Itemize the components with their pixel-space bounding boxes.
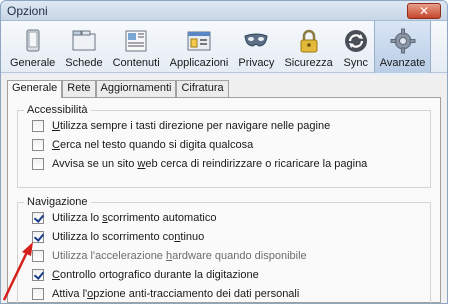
toolbar-label: Privacy — [238, 57, 275, 69]
checkbox[interactable] — [32, 211, 44, 224]
sync-icon — [343, 28, 369, 54]
toolbar-item-generale[interactable]: Generale — [5, 21, 60, 73]
toolbar-label: Avanzate — [379, 57, 426, 69]
toolbar-item-schede[interactable]: Schede — [60, 21, 107, 73]
option-label: Attiva l'opzione anti-tracciamento dei d… — [52, 287, 300, 300]
padlock-icon — [296, 28, 322, 54]
option-label: Cerca nel testo quando si digita qualcos… — [52, 138, 254, 151]
checkbox[interactable] — [32, 157, 44, 170]
content-icon — [123, 28, 149, 54]
toolbar-label: Sync — [343, 57, 368, 69]
accessibility-group: Accessibilità Utilizza sempre i tasti di… — [17, 104, 431, 188]
option-label: Avvisa se un sito web cerca di reindiriz… — [52, 157, 368, 170]
toolbar-item-avanzate[interactable]: Avanzate — [373, 21, 432, 73]
window-title: Opzioni — [7, 3, 48, 18]
title-bar: Opzioni ✕ — [1, 1, 447, 21]
option-row[interactable]: Avvisa se un sito web cerca di reindiriz… — [18, 154, 430, 173]
tab-generale[interactable]: Generale — [7, 80, 63, 98]
general-icon — [20, 28, 46, 54]
option-label: Utilizza lo scorrimento continuo — [52, 230, 205, 243]
option-label: Utilizza l'accelerazione hardware quando… — [52, 249, 307, 262]
toolbar-label: Sicurezza — [284, 57, 333, 69]
checkbox[interactable] — [32, 138, 44, 151]
tab-cifratura[interactable]: Cifratura — [176, 80, 229, 97]
toolbar-label: Schede — [65, 57, 103, 69]
toolbar-item-privacy[interactable]: Privacy — [233, 21, 279, 73]
toolbar-item-sync[interactable]: Sync — [338, 21, 374, 73]
tab-rete[interactable]: Rete — [62, 80, 96, 97]
option-row[interactable]: Utilizza lo scorrimento continuo — [18, 227, 430, 246]
option-row[interactable]: Cerca nel testo quando si digita qualcos… — [18, 135, 430, 154]
option-row[interactable]: Utilizza lo scorrimento automatico — [18, 208, 430, 227]
advanced-pane: Generale Rete Aggiornamenti Cifratura Ac… — [1, 75, 447, 303]
tabs-icon — [71, 28, 97, 54]
tab-aggiornamenti[interactable]: Aggiornamenti — [95, 80, 177, 97]
option-row[interactable]: Controllo ortografico durante la digitaz… — [18, 265, 430, 284]
toolbar-item-contenuti[interactable]: Contenuti — [108, 21, 165, 73]
option-label: Controllo ortografico durante la digitaz… — [52, 268, 259, 281]
advanced-subtabs: Generale Rete Aggiornamenti Cifratura — [7, 79, 441, 98]
red-arrow-annotation — [2, 242, 33, 301]
privacy-mask-icon — [243, 28, 269, 54]
tab-panel-generale: Accessibilità Utilizza sempre i tasti di… — [7, 97, 441, 303]
preferences-toolbar: Generale Schede Contenuti Applicazioni P… — [1, 21, 447, 73]
option-row[interactable]: Utilizza l'accelerazione hardware quando… — [18, 246, 430, 265]
option-label: Utilizza sempre i tasti direzione per na… — [52, 119, 331, 132]
accessibility-group-title: Accessibilità — [27, 104, 88, 116]
navigation-group: Navigazione Utilizza lo scorrimento auto… — [17, 196, 431, 303]
applications-icon — [186, 28, 212, 54]
close-button[interactable]: ✕ — [407, 3, 441, 19]
options-window: Opzioni ✕ Generale Schede Contenuti Appl… — [0, 0, 448, 304]
checkbox[interactable] — [32, 119, 44, 132]
option-row[interactable]: Attiva l'opzione anti-tracciamento dei d… — [18, 284, 430, 303]
toolbar-label: Contenuti — [112, 57, 160, 69]
option-label: Utilizza lo scorrimento automatico — [52, 211, 217, 224]
toolbar-label: Applicazioni — [169, 57, 229, 69]
toolbar-label: Generale — [10, 57, 56, 69]
toolbar-item-applicazioni[interactable]: Applicazioni — [165, 21, 234, 73]
option-row[interactable]: Utilizza sempre i tasti direzione per na… — [18, 116, 430, 135]
gear-icon — [390, 28, 416, 54]
toolbar-item-sicurezza[interactable]: Sicurezza — [279, 21, 337, 73]
navigation-group-title: Navigazione — [27, 196, 88, 208]
